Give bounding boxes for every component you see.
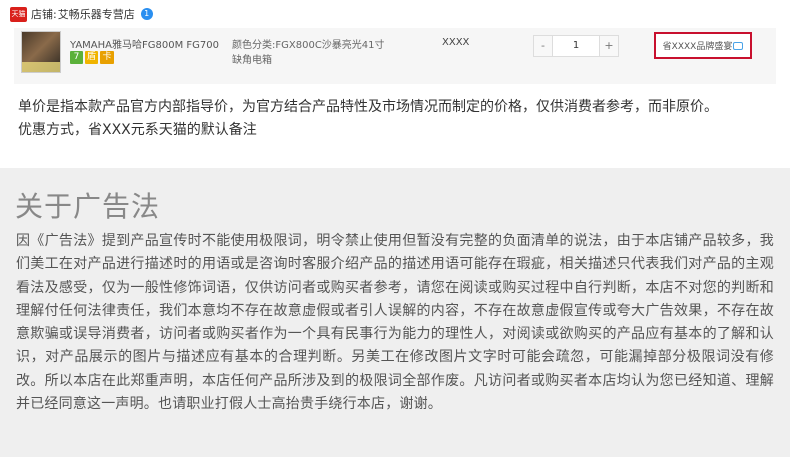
guarantee-shield-icon: 盾 bbox=[85, 51, 98, 64]
unit-price: XXXX bbox=[442, 37, 470, 48]
order-item-row: YAMAHA雅马哈FG800M FG700... 7 盾 卡 颜色分类:FGX8… bbox=[14, 28, 776, 84]
price-notice-line2: 优惠方式，省XXX元系天猫的默认备注 bbox=[18, 122, 257, 138]
message-badge-icon[interactable]: 1 bbox=[140, 8, 153, 20]
sku-label: 颜色分类: bbox=[232, 40, 276, 51]
thumbnail-stripe bbox=[22, 62, 60, 72]
price-notice-line1: 单价是指本款产品官方内部指导价，为官方结合产品特性及市场情况而制定的价格，仅供消… bbox=[18, 99, 718, 115]
ad-law-body: 因《广告法》提到产品宣传时不能使用极限词，明令禁止使用但暂没有完整的负面清单的说… bbox=[16, 233, 774, 413]
price-notice: 单价是指本款产品官方内部指导价，为官方结合产品特性及市场情况而制定的价格，仅供消… bbox=[18, 96, 788, 142]
sku-info: 颜色分类:FGX800C沙暴亮光41寸 bbox=[232, 36, 385, 51]
tmall-icon: 天猫 bbox=[10, 6, 27, 22]
seven-day-return-icon: 7 bbox=[70, 51, 83, 64]
sku-value: FGX800C沙暴亮光41寸 bbox=[275, 40, 385, 51]
credit-card-icon: 卡 bbox=[100, 51, 114, 64]
shop-label: 店铺: bbox=[31, 8, 57, 21]
shop-bar: 天猫 店铺: 艾畅乐器专营店 1 bbox=[0, 0, 790, 28]
ad-law-title: 关于广告法 bbox=[15, 190, 161, 223]
order-remark-text: 省XXXX品牌盛宴 bbox=[662, 42, 733, 52]
quantity-decrease-button[interactable]: - bbox=[534, 36, 552, 56]
chat-bubble-icon bbox=[733, 41, 744, 50]
shop-name-link[interactable]: 艾畅乐器专营店 bbox=[58, 6, 135, 22]
product-title-link[interactable]: YAMAHA雅马哈FG800M FG700... bbox=[70, 36, 220, 51]
quantity-increase-button[interactable]: + bbox=[600, 36, 618, 56]
sku-value-continued: 缺角电箱 bbox=[232, 55, 272, 66]
quantity-stepper: - 1 + bbox=[533, 35, 619, 57]
quantity-input[interactable]: 1 bbox=[552, 36, 600, 56]
ad-law-section: 关于广告法 因《广告法》提到产品宣传时不能使用极限词，明令禁止使用但暂没有完整的… bbox=[0, 168, 790, 457]
service-tags: 7 盾 卡 bbox=[70, 51, 114, 64]
product-thumbnail[interactable] bbox=[21, 31, 61, 73]
order-remark-box[interactable]: 省XXXX品牌盛宴 bbox=[654, 32, 752, 59]
